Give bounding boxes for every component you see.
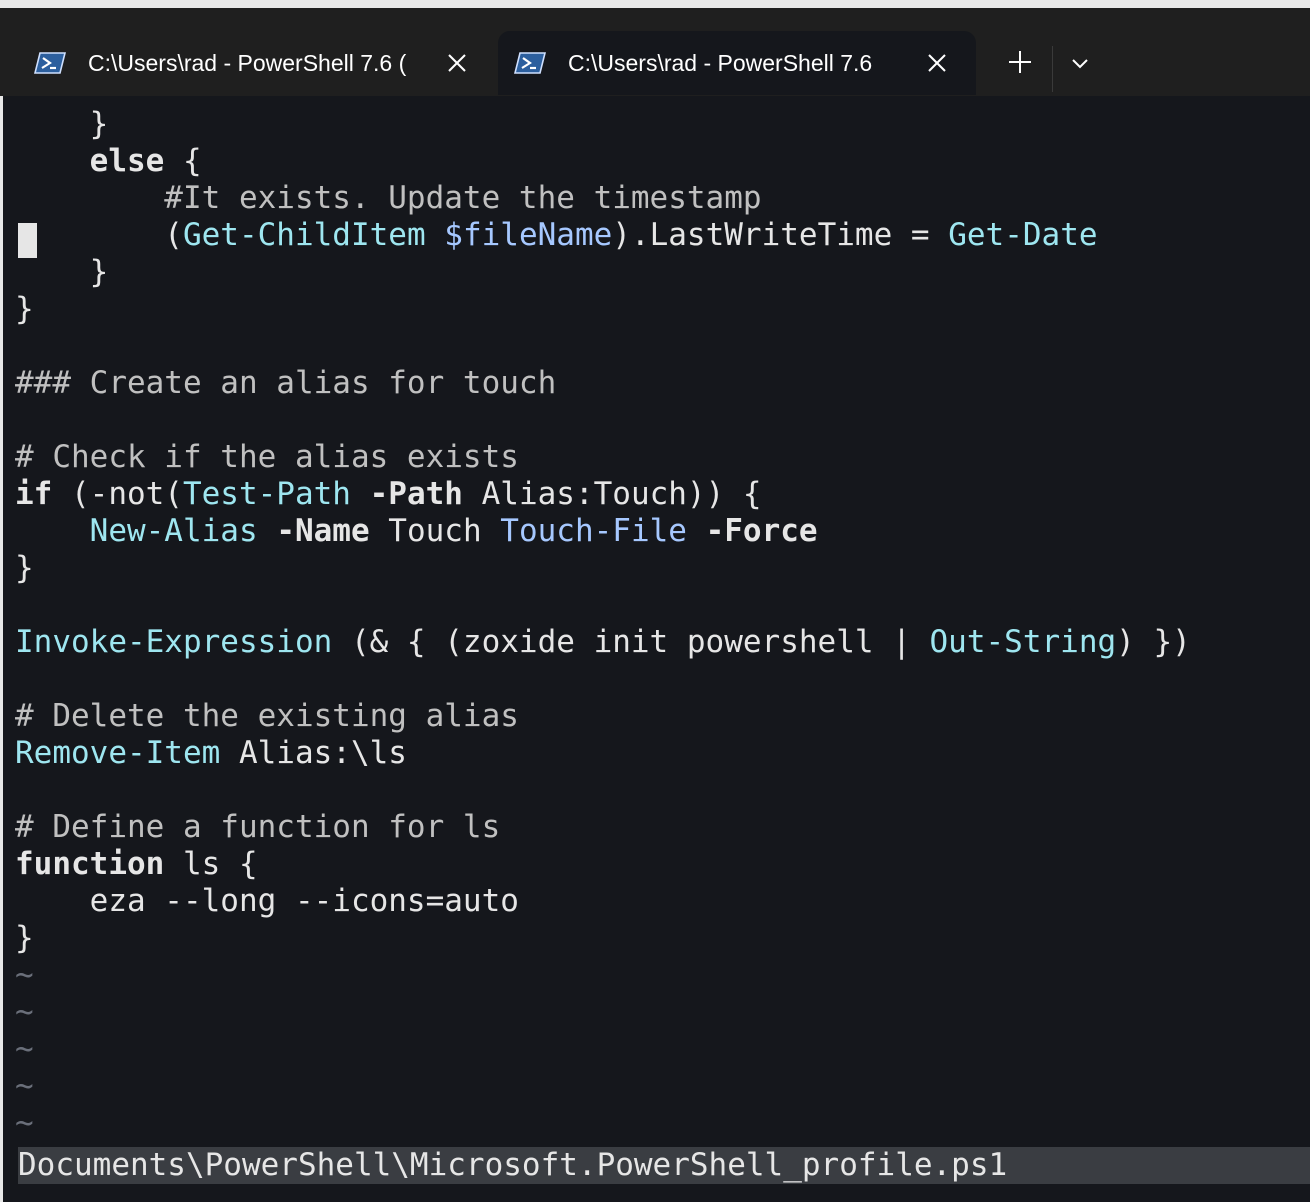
close-icon[interactable]	[924, 50, 950, 76]
code-line: # Delete the existing alias	[15, 698, 1191, 735]
code-token: }	[15, 291, 34, 327]
code-line: (Get-ChildItem $fileName).LastWriteTime …	[15, 217, 1191, 254]
code-token: else	[89, 143, 165, 179]
code-line: }	[15, 920, 1191, 957]
code-line: eza --long --icons=auto	[15, 883, 1191, 920]
code-token: if	[15, 476, 53, 512]
code-line: New-Alias -Name Touch Touch-File -Force	[15, 513, 1191, 550]
chevron-down-icon[interactable]	[1066, 50, 1094, 78]
code-line: }	[15, 550, 1191, 587]
code-token: Test-Path	[182, 476, 351, 512]
code-token: (-not(	[52, 476, 183, 512]
tab-powershell-2[interactable]: C:\Users\rad - PowerShell 7.6	[498, 31, 976, 95]
powershell-icon	[514, 52, 546, 74]
code-token: -Name	[276, 513, 370, 549]
code-token: ls {	[164, 846, 258, 882]
code-token: #It exists. Update the timestamp	[15, 180, 762, 216]
terminal-window: C:\Users\rad - PowerShell 7.6 ( C:\Users…	[0, 0, 1310, 1202]
code-token: Remove-Item	[15, 735, 221, 771]
tab-powershell-1[interactable]: C:\Users\rad - PowerShell 7.6 (	[18, 31, 496, 95]
code-line: }	[15, 106, 1191, 143]
code-token: }	[15, 106, 109, 142]
code-token: New-Alias	[89, 513, 258, 549]
code-token: Touch	[369, 513, 501, 549]
empty-line-marker: ~	[15, 1031, 1191, 1068]
code-token: ~	[15, 1031, 34, 1067]
code-token: Get-Date	[948, 217, 1098, 253]
code-token: ) })	[1116, 624, 1191, 660]
code-line: Remove-Item Alias:\ls	[15, 735, 1191, 772]
code-line: ### Create an alias for touch	[15, 365, 1191, 402]
code-token: (	[15, 217, 183, 253]
code-token: }	[15, 920, 34, 956]
code-token: {	[164, 143, 202, 179]
code-line: # Check if the alias exists	[15, 439, 1191, 476]
code-token: Alias:\ls	[220, 735, 407, 771]
tab-title: C:\Users\rad - PowerShell 7.6 (	[88, 49, 407, 76]
code-line: if (-not(Test-Path -Path Alias:Touch)) {	[15, 476, 1191, 513]
tab-separator	[1052, 46, 1053, 92]
code-token: function	[15, 846, 165, 882]
code-token: ~	[15, 994, 34, 1030]
code-line: #It exists. Update the timestamp	[15, 180, 1191, 217]
code-line: Invoke-Expression (& { (zoxide init powe…	[15, 624, 1191, 661]
close-icon[interactable]	[444, 50, 470, 76]
code-token: Out-String	[929, 624, 1117, 660]
status-bar-filename: Documents\PowerShell\Microsoft.PowerShel…	[18, 1147, 1310, 1184]
code-line: }	[15, 291, 1191, 328]
code-token: eza --long --icons=auto	[15, 883, 519, 919]
empty-line-marker: ~	[15, 1105, 1191, 1142]
powershell-icon	[34, 52, 66, 74]
tab-title: C:\Users\rad - PowerShell 7.6	[568, 49, 873, 76]
text-cursor	[18, 223, 37, 258]
code-token: # Check if the alias exists	[15, 439, 519, 475]
code-token: (& { (zoxide init powershell |	[332, 624, 930, 660]
code-token: }	[15, 254, 109, 290]
code-token: Get-ChildItem	[182, 217, 426, 253]
empty-line-marker: ~	[15, 957, 1191, 994]
code-token: ~	[15, 1068, 34, 1104]
code-token: $fileName	[444, 217, 613, 253]
code-token: -Path	[369, 476, 463, 512]
code-token: ~	[15, 1105, 34, 1141]
code-token: ).LastWriteTime =	[612, 217, 949, 253]
code-token: # Delete the existing alias	[15, 698, 519, 734]
tab-bar: C:\Users\rad - PowerShell 7.6 ( C:\Users…	[0, 16, 1310, 96]
code-token: Touch-File	[500, 513, 687, 549]
editor-buffer[interactable]: } else { #It exists. Update the timestam…	[15, 106, 1191, 1142]
code-token: Invoke-Expression	[15, 624, 333, 660]
code-line: }	[15, 254, 1191, 291]
code-token: -Force	[705, 513, 818, 549]
empty-line-marker: ~	[15, 994, 1191, 1031]
code-token: ### Create an alias for touch	[15, 365, 557, 401]
code-token: ~	[15, 957, 34, 993]
empty-line-marker: ~	[15, 1068, 1191, 1105]
code-token: }	[15, 550, 34, 586]
code-line: else {	[15, 143, 1191, 180]
code-token: Alias:Touch)) {	[462, 476, 762, 512]
code-line: function ls {	[15, 846, 1191, 883]
code-token: # Define a function for ls	[15, 809, 501, 845]
code-line: # Define a function for ls	[15, 809, 1191, 846]
plus-icon[interactable]	[1004, 46, 1036, 78]
